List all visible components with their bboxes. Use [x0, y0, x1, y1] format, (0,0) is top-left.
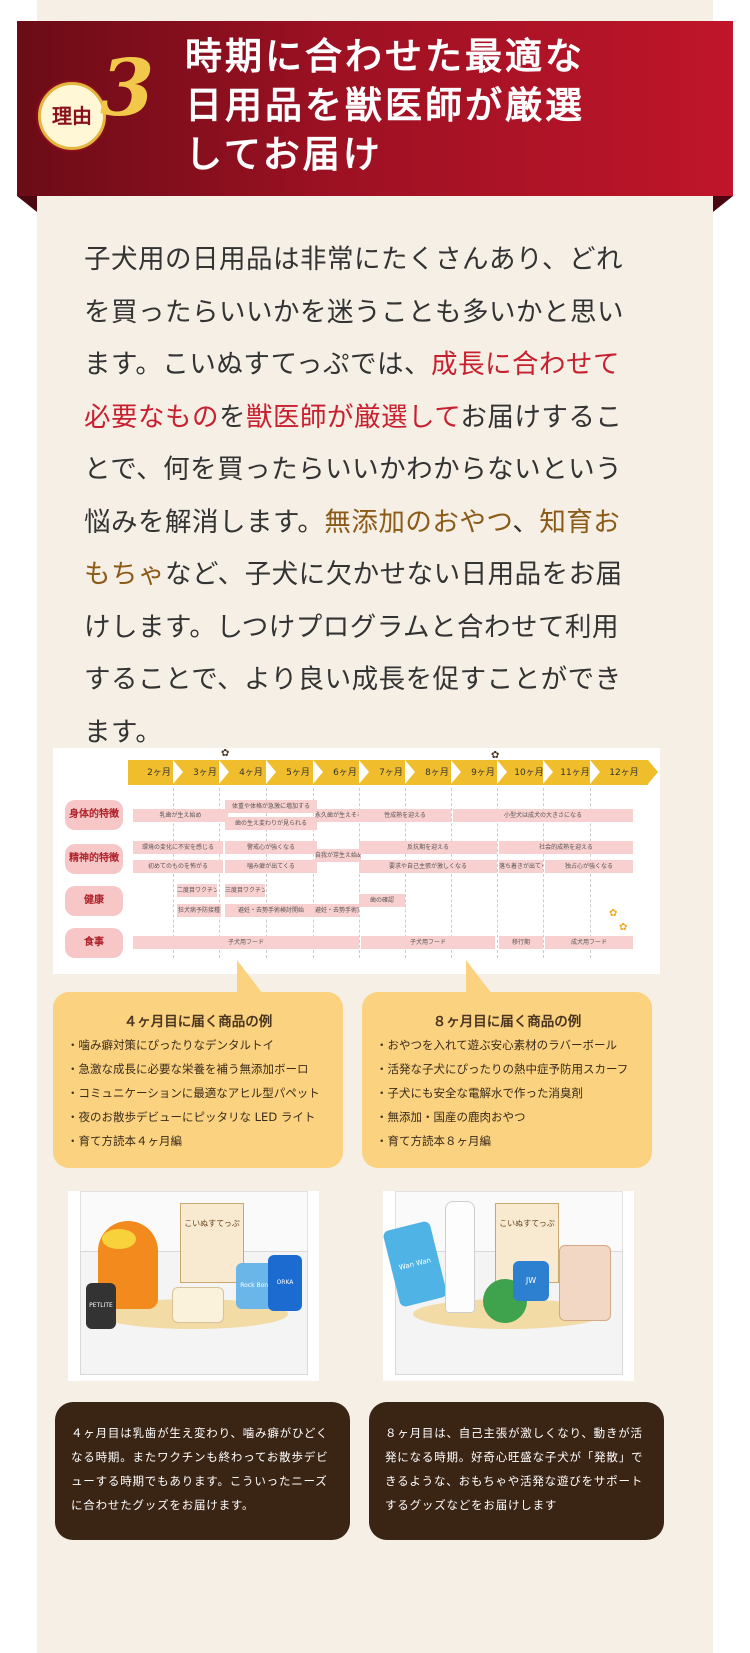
- timeline-segment: 噛み癖が出てくる: [225, 860, 317, 873]
- timeline-segment: 三度目ワクチン接種: [225, 884, 265, 897]
- timeline-segment: 狂犬病予防接種: [177, 904, 221, 917]
- section-title: 時期に合わせた最適な 日用品を獣医師が厳選 してお届け: [185, 32, 725, 179]
- timeline-segment: 体重や体格が急激に増加する: [225, 800, 317, 813]
- list-item: ・育て方読本８ヶ月編: [376, 1134, 491, 1148]
- list-item: ・育て方読本４ヶ月編: [67, 1134, 182, 1148]
- body-text-2: を: [219, 401, 246, 433]
- paw-icon: ✿: [491, 750, 500, 761]
- month-8-products: ８ヶ月目に届く商品の例 ・おやつを入れて遊ぶ安心素材のラバーボール ・活発な子犬…: [362, 992, 652, 1168]
- timeline-segment: 二度目ワクチン接種: [177, 884, 217, 897]
- treat-bag: [172, 1287, 224, 1323]
- month-bar-arrow: [648, 760, 658, 784]
- timeline-segment: 要求や自己主張が激しくなる: [359, 860, 497, 873]
- grid-line: [313, 788, 314, 958]
- product-list: ・噛み癖対策にぴったりなデンタルトイ ・急激な成長に必要な栄養を補う無添加ボーロ…: [67, 1033, 320, 1153]
- list-item: ・噛み癖対策にぴったりなデンタルトイ: [67, 1038, 274, 1052]
- ribbon-fold-left: [17, 196, 37, 212]
- list-item: ・活発な子犬にぴったりの熱中症予防用スカーフ: [376, 1062, 629, 1076]
- list-item: ・無添加・国産の鹿肉おやつ: [376, 1110, 526, 1124]
- timeline-segment: 警戒心が強くなる: [225, 841, 317, 854]
- box-image-month-8: こいぬすてっぷ Wan Wan JW: [382, 1191, 634, 1381]
- timeline-segment: 避妊・去勢手術検討開始: [225, 904, 317, 917]
- list-item: ・子犬にも安全な電解水で作った消臭剤: [376, 1086, 583, 1100]
- caption-month-8: ８ヶ月目は、自己主張が激しくなり、動きが活発になる時期。好奇心旺盛な子犬が「発散…: [369, 1402, 664, 1540]
- month-divider: [219, 760, 229, 784]
- bubble-tail-right: [466, 960, 492, 994]
- timeline-segment: 成犬用フード: [545, 936, 633, 949]
- highlight-vet: 獣医師が厳選して: [246, 401, 461, 433]
- row-label-mental: 精神的特徴: [65, 844, 123, 874]
- grid-line: [266, 788, 267, 958]
- timeline-segment: 社会的成熟を迎える: [499, 841, 633, 854]
- month-divider: [266, 760, 276, 784]
- title-line-2: 日用品を獣医師が厳選: [185, 84, 585, 127]
- product-list: ・おやつを入れて遊ぶ安心素材のラバーボール ・活発な子犬にぴったりの熱中症予防用…: [376, 1033, 628, 1153]
- timeline-segment: 独占心が強くなる: [545, 860, 633, 873]
- timeline-segment: 歯の確認: [359, 894, 405, 907]
- led-light: PETLITE: [86, 1283, 116, 1329]
- list-item: ・おやつを入れて遊ぶ安心素材のラバーボール: [376, 1038, 618, 1052]
- caption-text: ４ヶ月目は乳歯が生え変わり、噛み癖がひどくなる時期。またワクチンも終わってお散歩…: [71, 1426, 329, 1512]
- month-label: 12ヶ月: [609, 768, 639, 778]
- timeline-segment: 性成熟を迎える: [359, 809, 451, 822]
- title-line-3: してお届け: [185, 133, 383, 176]
- list-item: ・夜のお散歩デビューにピッタリな LED ライト: [67, 1110, 316, 1124]
- month-divider: [173, 760, 183, 784]
- month-divider: [497, 760, 507, 784]
- highlight-snacks: 無添加のおやつ: [324, 506, 513, 538]
- deodorant-spray: [445, 1201, 475, 1313]
- timeline-segment: 小型犬は成犬の大きさになる: [453, 809, 633, 822]
- timeline-segment: 避妊・去勢手術実施: [315, 904, 359, 917]
- month-4-products: ４ヶ月目に届く商品の例 ・噛み癖対策にぴったりなデンタルトイ ・急激な成長に必要…: [53, 992, 343, 1168]
- venison-treats: [559, 1245, 611, 1321]
- guide-book: こいぬすてっぷ: [180, 1203, 244, 1283]
- paw-icon: ✿: [221, 748, 230, 759]
- timeline-segment: 自我が芽生え始める: [315, 849, 361, 862]
- badge-label: 理由: [52, 104, 92, 128]
- month-divider: [405, 760, 415, 784]
- orka-toy: ORKA: [268, 1255, 302, 1311]
- timeline-segment: 初めてのものを怖がる: [133, 860, 223, 873]
- grid-line: [451, 788, 452, 958]
- growth-timeline: 2ヶ月 3ヶ月 4ヶ月 5ヶ月 6ヶ月 7ヶ月 8ヶ月 9ヶ月 10ヶ月 11ヶ…: [53, 748, 660, 974]
- jw-toy-package: JW: [513, 1261, 549, 1301]
- timeline-segment: 永久歯が生えそろう: [315, 809, 361, 822]
- timeline-segment: 反抗期を迎える: [359, 841, 497, 854]
- ribbon-fold-right: [713, 196, 733, 212]
- timeline-segment: 環境の変化に不安を感じる: [133, 841, 223, 854]
- month-divider: [313, 760, 323, 784]
- paw-icon: ✿: [619, 922, 628, 933]
- body-text-5: など、子犬に欠かせない日用品をお届けします。しつけプログラムと合わせて利用するこ…: [84, 559, 623, 748]
- timeline-segment: 移行期: [499, 936, 543, 949]
- row-label-health: 健康: [65, 886, 123, 916]
- caption-month-4: ４ヶ月目は乳歯が生え変わり、噛み癖がひどくなる時期。またワクチンも終わってお散歩…: [55, 1402, 350, 1540]
- month-divider: [590, 760, 600, 784]
- list-item: ・コミュニケーションに最適なアヒル型パペット: [67, 1086, 320, 1100]
- month-divider: [451, 760, 461, 784]
- timeline-segment: 乳歯が生え始め: [133, 809, 228, 822]
- duck-head: [102, 1229, 136, 1249]
- row-label-food: 食事: [65, 928, 123, 958]
- caption-text: ８ヶ月目は、自己主張が激しくなり、動きが活発になる時期。好奇心旺盛な子犬が「発散…: [385, 1426, 644, 1512]
- timeline-segment: 子犬用フード: [133, 936, 359, 949]
- bubble-title: ４ヶ月目に届く商品の例: [123, 1014, 273, 1030]
- guide-book-title: こいぬすてっぷ: [499, 1219, 555, 1228]
- badge-number: 3: [100, 43, 155, 134]
- timeline-segment: 歯の生え変わりが見られる: [225, 817, 317, 830]
- month-divider: [359, 760, 369, 784]
- guide-book-title: こいぬすてっぷ: [184, 1219, 240, 1228]
- bubble-title: ８ヶ月目に届く商品の例: [432, 1014, 582, 1030]
- month-divider: [543, 760, 553, 784]
- row-label-physical: 身体的特徴: [65, 800, 123, 830]
- body-text-4: 、: [512, 506, 540, 538]
- reason-badge: 理由: [38, 82, 106, 150]
- bubble-tail-left: [237, 960, 263, 994]
- body-paragraph: 子犬用の日用品は非常にたくさんあり、どれを買ったらいいかを迷うことも多いかと思い…: [84, 234, 634, 759]
- list-item: ・急激な成長に必要な栄養を補う無添加ボーロ: [67, 1062, 309, 1076]
- timeline-segment: 落ち着きが出てくる: [499, 860, 543, 873]
- paw-icon: ✿: [609, 908, 618, 919]
- box-image-month-4: こいぬすてっぷ PETLITE Rock Bone ORKA: [68, 1191, 319, 1381]
- timeline-segment: 子犬用フード: [361, 936, 495, 949]
- title-line-1: 時期に合わせた最適な: [185, 35, 585, 78]
